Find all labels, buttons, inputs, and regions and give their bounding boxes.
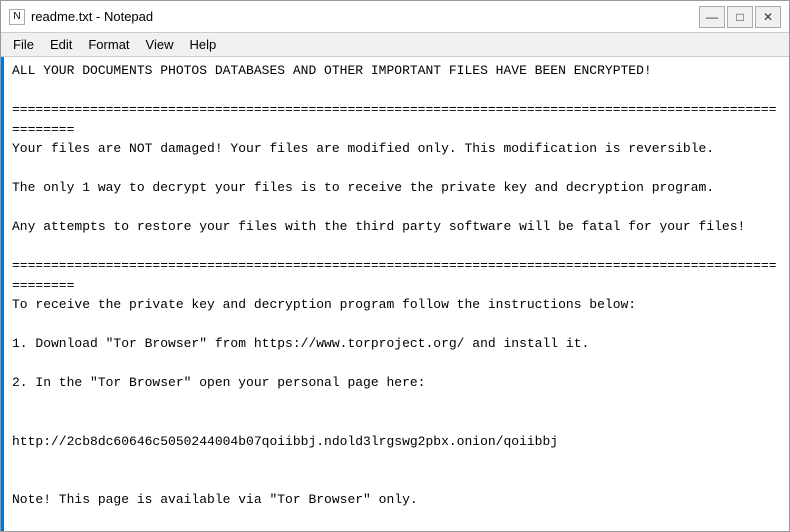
app-icon-letter: N [13, 11, 20, 22]
window-title: readme.txt - Notepad [31, 9, 153, 24]
title-bar: N readme.txt - Notepad — □ ✕ [1, 1, 789, 33]
title-bar-left: N readme.txt - Notepad [9, 9, 153, 25]
menu-bar: File Edit Format View Help [1, 33, 789, 57]
menu-edit[interactable]: Edit [42, 35, 80, 54]
menu-format[interactable]: Format [80, 35, 137, 54]
text-editor-area[interactable]: ALL YOUR DOCUMENTS PHOTOS DATABASES AND … [1, 57, 789, 531]
minimize-button[interactable]: — [699, 6, 725, 28]
window-controls: — □ ✕ [699, 6, 781, 28]
menu-file[interactable]: File [5, 35, 42, 54]
maximize-button[interactable]: □ [727, 6, 753, 28]
app-icon: N [9, 9, 25, 25]
menu-help[interactable]: Help [181, 35, 224, 54]
close-button[interactable]: ✕ [755, 6, 781, 28]
menu-view[interactable]: View [138, 35, 182, 54]
notepad-window: N readme.txt - Notepad — □ ✕ File Edit F… [0, 0, 790, 532]
editor-content: ALL YOUR DOCUMENTS PHOTOS DATABASES AND … [12, 61, 781, 531]
